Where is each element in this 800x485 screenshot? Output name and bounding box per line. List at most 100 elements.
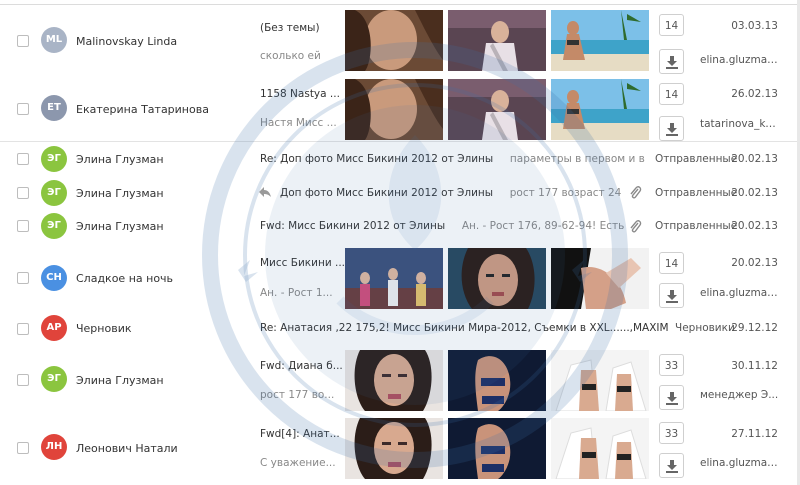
attachment-thumbnail[interactable] [345,418,443,479]
message-row[interactable]: СН Сладкое на ночь Мисс Бикини ... Ан. -… [0,243,800,313]
snippet: рост 177 во... [260,389,335,401]
date: 20.02.13 [731,153,778,165]
message-row[interactable]: ET Екатерина Татаринова 1158 Nastya ... … [0,74,800,142]
message-row[interactable]: ЛН Леонович Натали Fwd[4]: Анат... С ува… [0,413,800,485]
subject: (Без темы) [260,22,320,34]
attachment-thumbnail[interactable] [551,79,649,140]
select-checkbox[interactable] [17,35,29,47]
select-checkbox[interactable] [17,220,29,232]
attachment-thumbnail[interactable] [345,10,443,71]
download-button[interactable] [659,283,684,308]
attachment-count[interactable]: 33 [659,422,684,444]
snippet: Ан. - Рост 1... [260,287,333,299]
paperclip-icon [630,220,642,233]
sender-name: Черновик [76,322,132,335]
recipient: elina.gluzman... [700,457,780,469]
download-button[interactable] [659,116,684,141]
snippet: С уважение... [260,457,336,469]
attachment-count[interactable]: 14 [659,83,684,105]
sender-name: Элина Глузман [76,374,164,387]
attachment-thumbnail[interactable] [345,248,443,309]
select-checkbox[interactable] [17,103,29,115]
subject: Доп фото Мисс Бикини 2012 от Элины [280,187,494,199]
folder-label: Черновики [675,322,735,334]
sender-name: Сладкое на ночь [76,272,174,285]
avatar: ЭГ [41,366,67,392]
select-checkbox[interactable] [17,442,29,454]
subject: 1158 Nastya ... [260,88,340,100]
message-preview: Доп фото Мисс Бикини 2012 от Элины рост … [280,187,625,199]
download-button[interactable] [659,49,684,74]
subject: Fwd: Диана б... [260,360,343,372]
attachment-thumbnail[interactable] [345,350,443,411]
message-row[interactable]: АР Черновик Re: Анатасия ,22 175,2! Мисс… [0,312,800,346]
attachment-count[interactable]: 33 [659,354,684,376]
recipient: менеджер Э... [700,389,779,401]
subject: Fwd: Мисс Бикини 2012 от Элины [260,220,446,232]
attachment-thumbnail[interactable] [551,10,649,71]
select-checkbox[interactable] [17,187,29,199]
subject: Мисс Бикини ... [260,257,345,269]
date: 20.02.13 [731,187,778,199]
date: 29.12.12 [731,322,778,334]
subject: Re: Анатасия ,22 175,2! Мисс Бикини Мира… [260,322,669,334]
folder-label: Отправленные [655,153,738,165]
message-row[interactable]: ЭГ Элина Глузман Доп фото Мисс Бикини 20… [0,176,800,210]
date: 03.03.13 [731,20,778,32]
avatar: ЭГ [41,180,67,206]
download-button[interactable] [659,385,684,410]
download-icon [666,56,678,69]
select-checkbox[interactable] [17,272,29,284]
avatar: АР [41,315,67,341]
select-checkbox[interactable] [17,153,29,165]
folder-label: Отправленные [655,220,738,232]
date: 20.02.13 [731,220,778,232]
avatar: ML [41,27,67,53]
attachment-thumbnail[interactable] [448,350,546,411]
select-checkbox[interactable] [17,323,29,335]
message-row[interactable]: ЭГ Элина Глузман Fwd: Мисс Бикини 2012 о… [0,209,800,244]
subject: Fwd[4]: Анат... [260,428,340,440]
attachment-thumbnail[interactable] [345,79,443,140]
message-row[interactable]: ML Malinovskay Linda (Без темы) сколько … [0,5,800,75]
message-row[interactable]: ЭГ Элина Глузман Fwd: Диана б... рост 17… [0,345,800,414]
avatar: СН [41,265,67,291]
attachment-thumbnail[interactable] [448,10,546,71]
message-row[interactable]: ЭГ Элина Глузман Re: Доп фото Мисс Бикин… [0,142,800,177]
recipient: elina.gluzman... [700,287,780,299]
attachment-thumbnail[interactable] [448,418,546,479]
message-preview: Re: Анатасия ,22 175,2! Мисс Бикини Мира… [260,322,670,334]
recipient: elina.gluzman... [700,54,780,66]
reply-icon [259,187,271,197]
attachment-count[interactable]: 14 [659,14,684,36]
download-button[interactable] [659,453,684,478]
sender-name: Элина Глузман [76,153,164,166]
subject: Re: Доп фото Мисс Бикини 2012 от Элины [260,153,494,165]
snippet: рост 177 возраст 24 во... [509,187,625,199]
date: 20.02.13 [731,257,778,269]
download-icon [666,290,678,303]
avatar: ЭГ [41,146,67,172]
avatar: ЛН [41,434,67,460]
select-checkbox[interactable] [17,374,29,386]
attachment-thumbnail[interactable] [448,248,546,309]
message-preview: Re: Доп фото Мисс Бикини 2012 от Элины п… [260,153,645,165]
recipient: tatarinova_ka... [700,118,780,130]
avatar: ЭГ [41,213,67,239]
attachment-thumbnail[interactable] [551,350,649,411]
avatar: ET [41,95,67,121]
attachment-thumbnail[interactable] [551,248,649,309]
snippet: сколько ей [260,50,321,62]
folder-label: Отправленные [655,187,738,199]
sender-name: Элина Глузман [76,220,164,233]
sender-name: Леонович Натали [76,442,178,455]
sender-name: Екатерина Татаринова [76,103,209,116]
sender-name: Malinovskay Linda [76,35,178,48]
message-preview: Fwd: Мисс Бикини 2012 от Элины Ан. - Рос… [260,220,625,232]
snippet: Настя Мисс ... [260,117,337,129]
attachment-count[interactable]: 14 [659,252,684,274]
date: 27.11.12 [731,428,778,440]
attachment-thumbnail[interactable] [551,418,649,479]
attachment-thumbnail[interactable] [448,79,546,140]
download-icon [666,392,678,405]
